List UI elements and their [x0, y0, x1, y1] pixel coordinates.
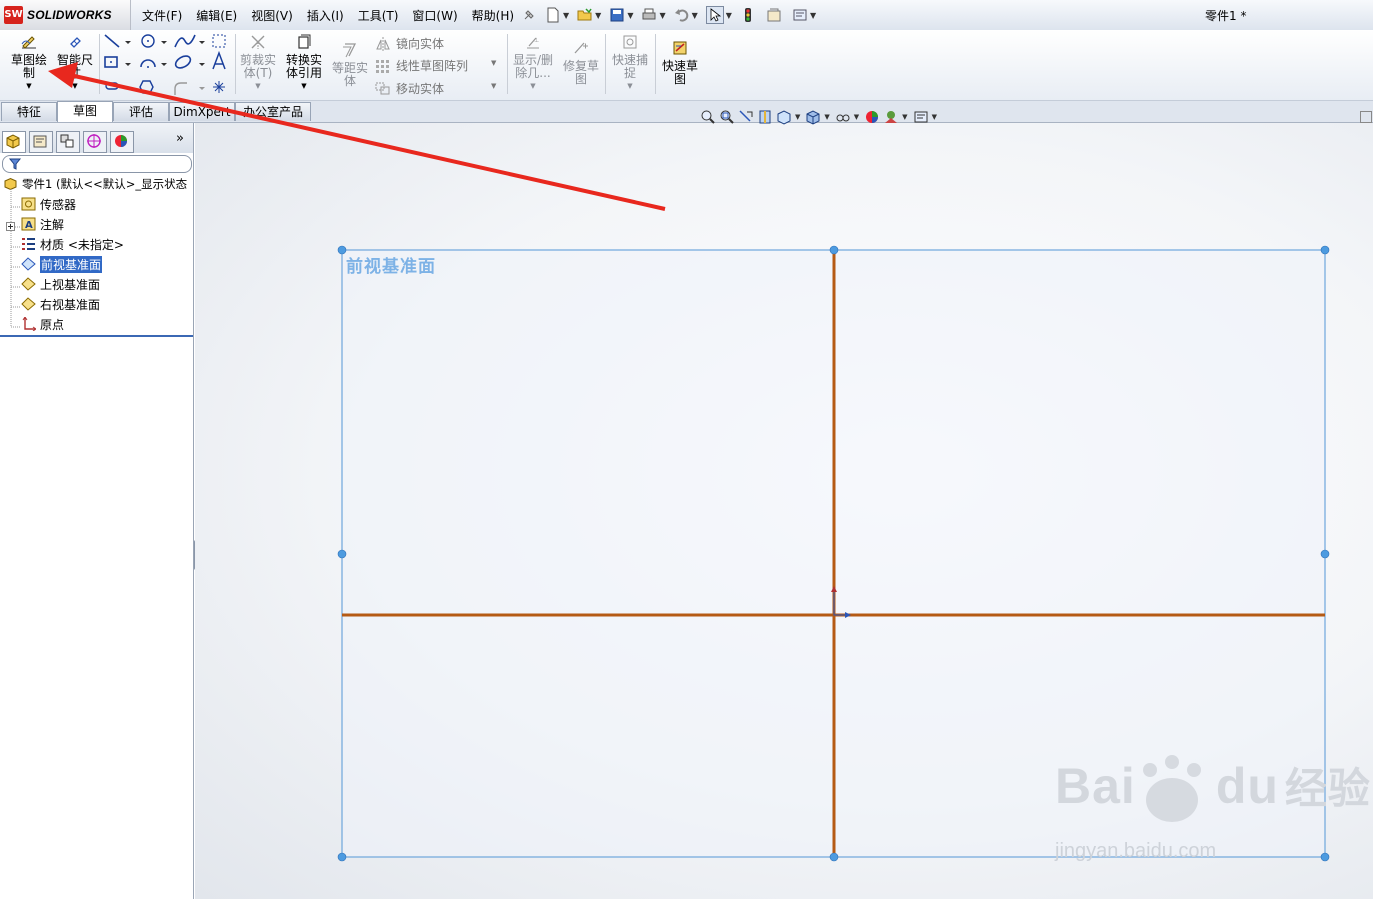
plane-name-label: 前视基准面 [346, 257, 436, 277]
watermark-url: jingyan.baidu.com [1055, 840, 1217, 862]
watermark-brand: Bai du 经验 [1055, 755, 1371, 816]
watermark-du-text: du [1215, 758, 1279, 814]
annotation-arrow [48, 62, 666, 211]
watermark-cn-text: 经验 [1284, 765, 1371, 812]
watermark-brand-text: Bai [1055, 758, 1136, 814]
